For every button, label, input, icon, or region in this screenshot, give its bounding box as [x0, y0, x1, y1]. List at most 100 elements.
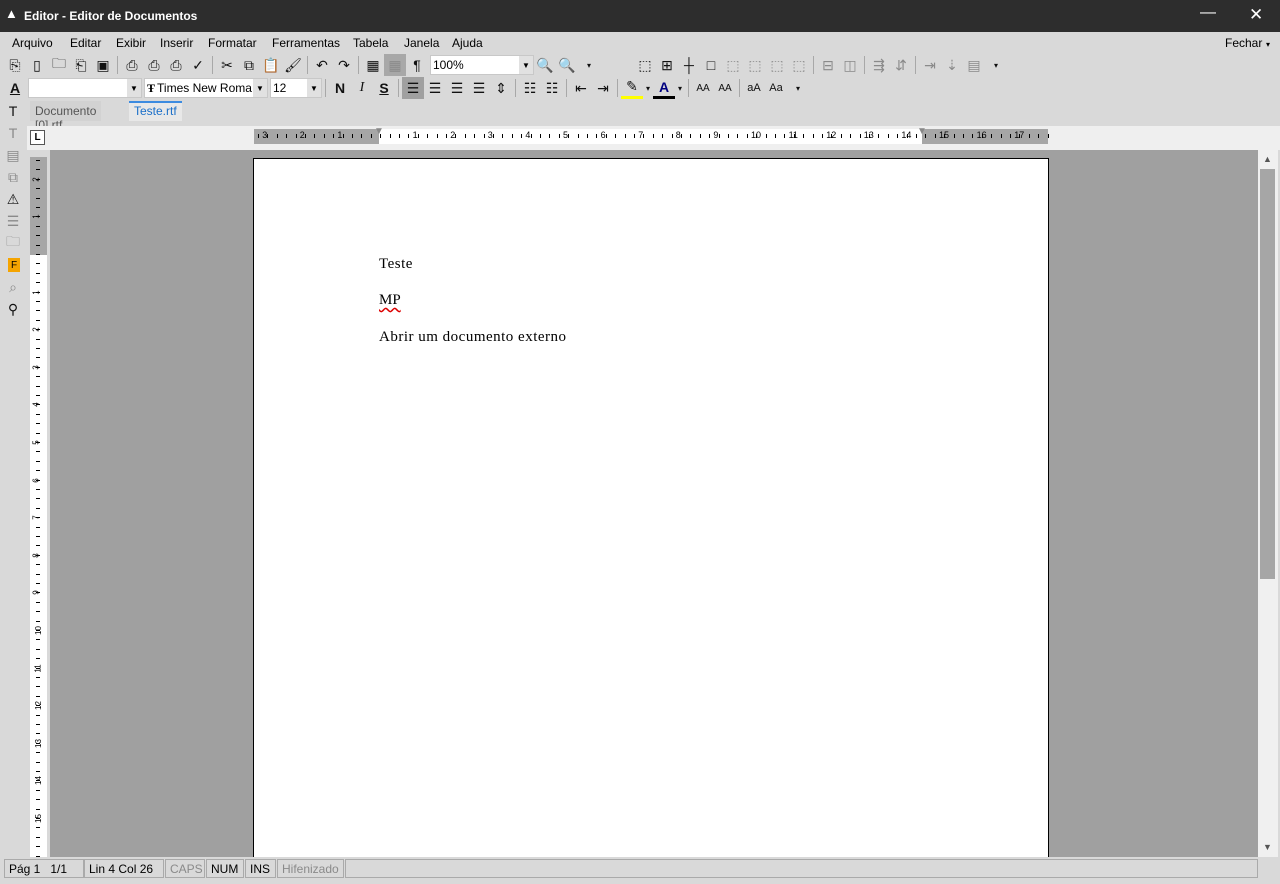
- table-bottom-border-icon[interactable]: ⬚: [788, 54, 810, 76]
- uppercase-icon[interactable]: Aa: [765, 77, 787, 99]
- paragraph-misspelled[interactable]: MP: [379, 292, 401, 309]
- print-setup-icon[interactable]: ⎙: [143, 54, 165, 76]
- align-right-icon[interactable]: ☰: [446, 77, 468, 99]
- decrease-indent-icon[interactable]: ⇤: [570, 77, 592, 99]
- grow-font-icon[interactable]: AA: [692, 77, 714, 99]
- paragraph[interactable]: Abrir um documento externo: [379, 329, 567, 346]
- chevron-down-icon[interactable]: ▼: [253, 79, 267, 97]
- text-cursor-icon[interactable]: T: [2, 100, 24, 122]
- numbered-list-icon[interactable]: ☷: [541, 77, 563, 99]
- font-size-select[interactable]: 12 ▼: [270, 78, 322, 98]
- style-select[interactable]: ▼: [28, 78, 142, 98]
- menu-ferramentas[interactable]: Ferramentas: [272, 36, 340, 50]
- insert-row-icon[interactable]: ⊟: [817, 54, 839, 76]
- new-document-icon[interactable]: ▯: [26, 54, 48, 76]
- zoom-select[interactable]: 100% ▼: [430, 55, 534, 75]
- menu-arquivo[interactable]: Arquivo: [12, 36, 53, 50]
- undo-icon[interactable]: ↶: [311, 54, 333, 76]
- menu-janela[interactable]: Janela: [404, 36, 439, 50]
- pilcrow-icon[interactable]: ¶: [406, 54, 428, 76]
- line-spacing-icon[interactable]: ⇕: [490, 77, 512, 99]
- style-icon[interactable]: A: [4, 77, 26, 99]
- menu-formatar[interactable]: Formatar: [208, 36, 257, 50]
- close-window-button[interactable]: ✕: [1249, 5, 1263, 25]
- horizontal-ruler[interactable]: 3211234567891011121314151617▼▼: [254, 126, 1049, 144]
- document-page[interactable]: Teste MP Abrir um documento externo: [253, 158, 1049, 858]
- align-center-icon[interactable]: ☰: [424, 77, 446, 99]
- scrollbar-thumb[interactable]: [1260, 169, 1275, 579]
- chevron-down-icon[interactable]: ▾: [643, 77, 653, 99]
- bold-button[interactable]: N: [329, 77, 351, 99]
- print-icon[interactable]: ⎙: [121, 54, 143, 76]
- font-color-icon[interactable]: A: [653, 77, 675, 99]
- table-left-border-icon[interactable]: ⬚: [722, 54, 744, 76]
- chevron-down-icon[interactable]: ▾: [1266, 40, 1270, 49]
- tab-stop-selector[interactable]: L: [30, 130, 45, 145]
- chevron-down-icon[interactable]: ▾: [675, 77, 685, 99]
- delete-column-icon[interactable]: ⇣: [941, 54, 963, 76]
- paint-roller-icon[interactable]: ⚲: [2, 298, 24, 320]
- vertical-ruler[interactable]: 21123456789101112131415: [30, 157, 47, 857]
- table-properties-icon[interactable]: ▤: [963, 54, 985, 76]
- chevron-down-icon[interactable]: ▾: [985, 54, 1007, 76]
- redo-icon[interactable]: ↷: [333, 54, 355, 76]
- cut-icon[interactable]: ✂: [216, 54, 238, 76]
- align-left-icon[interactable]: ☰: [402, 77, 424, 99]
- chevron-down-icon[interactable]: ▼: [127, 79, 141, 97]
- menu-editar[interactable]: Editar: [70, 36, 101, 50]
- spellcheck-icon[interactable]: ✓: [187, 54, 209, 76]
- chevron-down-icon[interactable]: ▼: [307, 79, 321, 97]
- scroll-down-icon[interactable]: ▼: [1263, 842, 1272, 852]
- shrink-font-icon[interactable]: AA: [714, 77, 736, 99]
- table-inner-borders-icon[interactable]: ┼: [678, 54, 700, 76]
- justify-icon[interactable]: ☰: [468, 77, 490, 99]
- save-icon[interactable]: ▣: [92, 54, 114, 76]
- form-icon[interactable]: ▤: [2, 144, 24, 166]
- copy-icon[interactable]: ⧉: [238, 54, 260, 76]
- list-icon[interactable]: ☰: [2, 210, 24, 232]
- field-icon[interactable]: F: [8, 258, 20, 272]
- vertical-scrollbar[interactable]: ▲ ▼: [1258, 150, 1278, 857]
- table-right-border-icon[interactable]: ⬚: [744, 54, 766, 76]
- format-painter-icon[interactable]: 🖌: [282, 54, 304, 76]
- search-field-icon[interactable]: ⌕: [2, 276, 24, 298]
- split-cell-icon[interactable]: ⇶: [868, 54, 890, 76]
- menu-tabela[interactable]: Tabela: [353, 36, 388, 50]
- chevron-down-icon[interactable]: ▾: [578, 54, 600, 76]
- open-recent-icon[interactable]: ⎗: [70, 54, 92, 76]
- italic-button[interactable]: I: [351, 77, 373, 99]
- table-grid-icon[interactable]: ▦: [384, 54, 406, 76]
- zoom-in-icon[interactable]: 🔍: [556, 54, 578, 76]
- lowercase-icon[interactable]: aA: [743, 77, 765, 99]
- insert-table-icon[interactable]: ▦: [362, 54, 384, 76]
- chevron-down-icon[interactable]: ▾: [787, 77, 809, 99]
- right-indent-marker[interactable]: ▼: [917, 126, 927, 137]
- table-top-border-icon[interactable]: ⬚: [766, 54, 788, 76]
- open-icon[interactable]: 🗀: [48, 54, 70, 76]
- merge-cell-icon[interactable]: ⇵: [890, 54, 912, 76]
- table-outer-border-icon[interactable]: □: [700, 54, 722, 76]
- zoom-out-icon[interactable]: 🔍: [534, 54, 556, 76]
- text-field-icon[interactable]: T: [2, 122, 24, 144]
- table-all-borders-icon[interactable]: ⊞: [656, 54, 678, 76]
- insert-column-icon[interactable]: ◫: [839, 54, 861, 76]
- tab-documento-0[interactable]: Documento [0].rtf: [30, 101, 102, 132]
- paste-icon[interactable]: 📋: [260, 54, 282, 76]
- menu-inserir[interactable]: Inserir: [160, 36, 193, 50]
- menu-exibir[interactable]: Exibir: [116, 36, 146, 50]
- fechar-menu[interactable]: Fechar: [1225, 36, 1262, 50]
- minimize-button[interactable]: —: [1200, 4, 1216, 22]
- warning-icon[interactable]: ⚠: [2, 188, 24, 210]
- new-from-template-icon[interactable]: ⎘: [4, 54, 26, 76]
- print-preview-icon[interactable]: ⎙: [165, 54, 187, 76]
- paragraph[interactable]: Teste: [379, 256, 413, 273]
- bullet-list-icon[interactable]: ☷: [519, 77, 541, 99]
- delete-row-icon[interactable]: ⇥: [919, 54, 941, 76]
- scroll-up-icon[interactable]: ▲: [1263, 154, 1272, 164]
- copy-form-icon[interactable]: ⧉: [2, 166, 24, 188]
- chevron-down-icon[interactable]: ▼: [519, 56, 533, 74]
- folder-icon[interactable]: 🗀: [2, 232, 24, 254]
- table-no-borders-icon[interactable]: ⬚: [634, 54, 656, 76]
- underline-button[interactable]: S: [373, 77, 395, 99]
- tab-teste[interactable]: Teste.rtf: [129, 101, 182, 121]
